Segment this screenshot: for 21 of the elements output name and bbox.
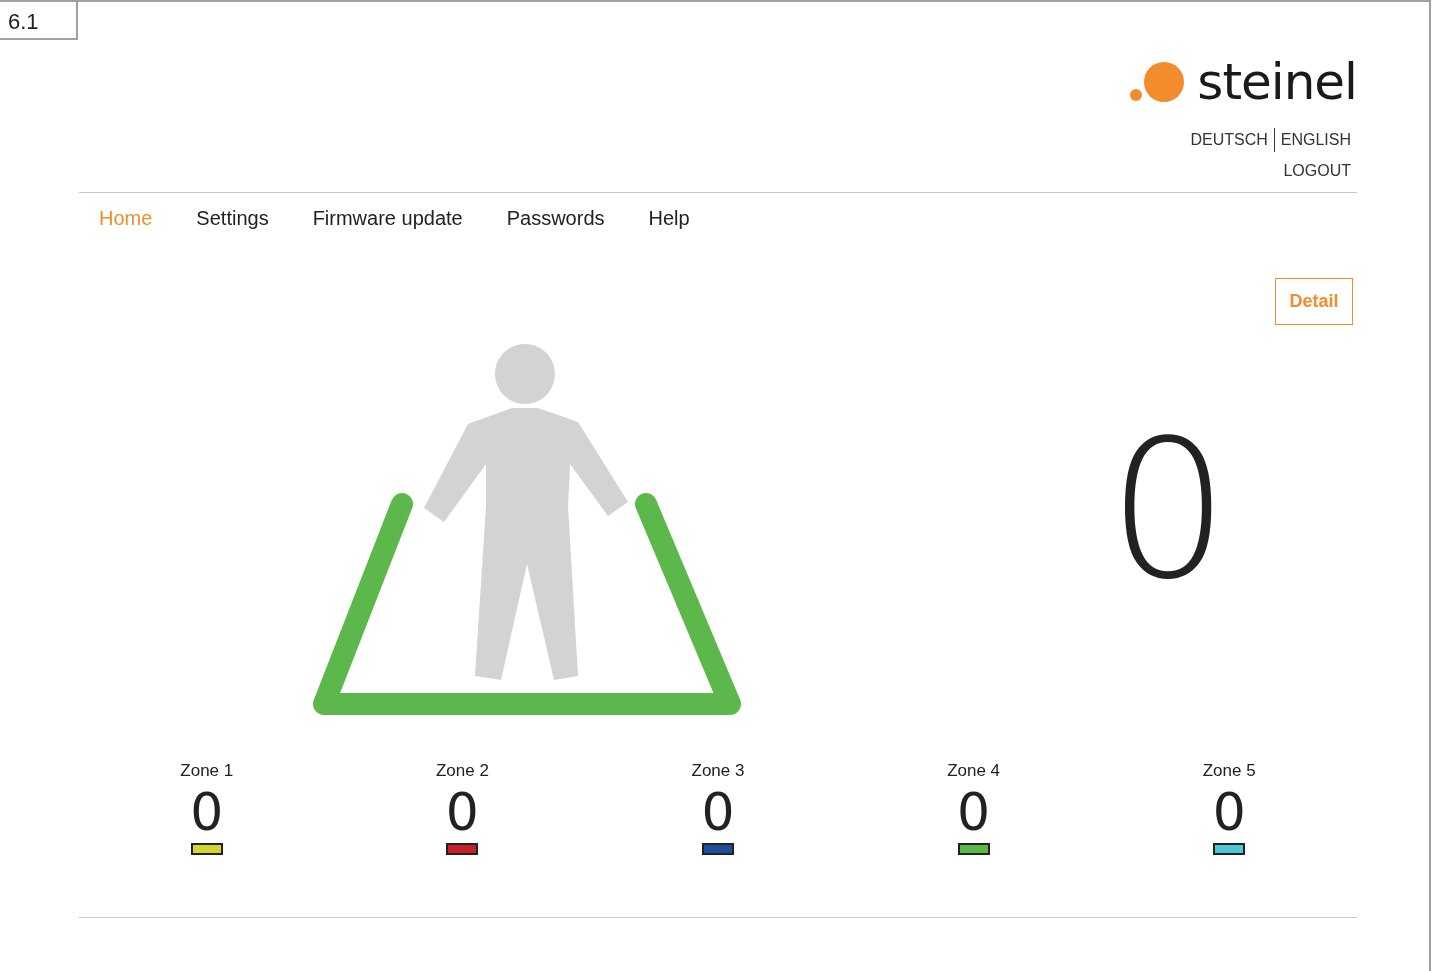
zone-count: 0 [701, 781, 735, 843]
logo-wordmark: steinel [1197, 54, 1357, 110]
zone-count: 0 [1212, 781, 1246, 843]
language-link[interactable]: DEUTSCH [1190, 131, 1268, 149]
nav-tab[interactable]: Passwords [506, 207, 605, 230]
language-link[interactable]: ENGLISH [1280, 131, 1351, 149]
logo-dots-icon [1129, 61, 1186, 103]
logout-link[interactable]: LOGOUT [1283, 162, 1351, 180]
zone-count: 0 [445, 781, 479, 843]
zone-count: 0 [190, 781, 224, 843]
zone-label: Zone 3 [691, 761, 745, 781]
nav-tab[interactable]: Firmware update [312, 207, 463, 230]
total-count: 0 [1108, 411, 1229, 611]
zone-label: Zone 1 [180, 761, 234, 781]
zone-label: Zone 4 [947, 761, 1001, 781]
zone-count: 0 [957, 781, 991, 843]
zone-label: Zone 5 [1202, 761, 1256, 781]
nav-tab[interactable]: Settings [196, 207, 269, 230]
figure-label: 6.1 [0, 2, 78, 40]
zone-label: Zone 2 [435, 761, 489, 781]
nav-tab[interactable]: Help [648, 207, 690, 230]
